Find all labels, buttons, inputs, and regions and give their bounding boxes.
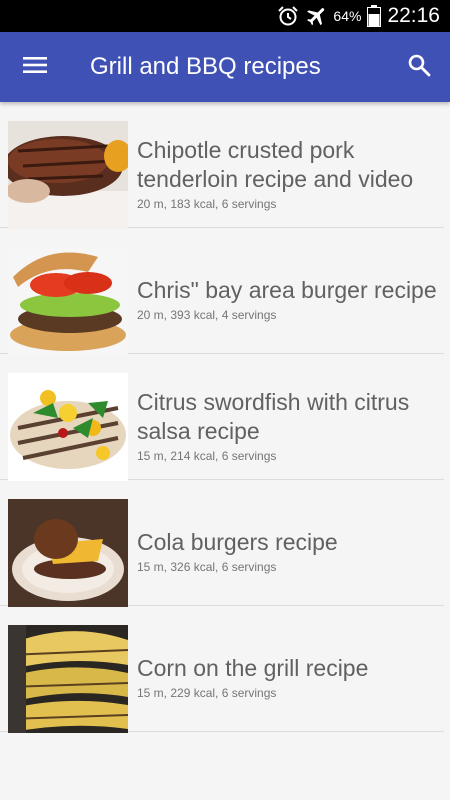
recipe-meta: 15 m, 326 kcal, 6 servings bbox=[137, 560, 277, 574]
alarm-icon bbox=[277, 5, 299, 27]
battery-icon bbox=[367, 5, 382, 27]
search-icon bbox=[407, 53, 431, 82]
battery-percent: 64% bbox=[333, 8, 362, 24]
recipe-meta: 15 m, 229 kcal, 6 servings bbox=[137, 686, 277, 700]
recipe-title: Citrus swordfish with citrus salsa recip… bbox=[137, 388, 410, 444]
recipe-item-cola-burgers[interactable]: Cola burgers recipe 15 m, 326 kcal, 6 se… bbox=[0, 480, 444, 607]
recipe-item-corn-on-grill[interactable]: Corn on the grill recipe 15 m, 229 kcal,… bbox=[0, 606, 444, 733]
recipe-thumbnail bbox=[8, 499, 128, 607]
recipe-thumbnail bbox=[8, 121, 128, 229]
recipe-meta: 20 m, 183 kcal, 6 servings bbox=[137, 196, 277, 211]
recipe-item-pork-tenderloin[interactable]: Chipotle crusted pork tenderloin recipe … bbox=[0, 102, 444, 229]
recipe-item-citrus-swordfish[interactable]: Citrus swordfish with citrus salsa recip… bbox=[0, 354, 444, 481]
recipe-title: Chris" bay area burger recipe bbox=[137, 277, 437, 303]
recipe-item-bay-area-burger[interactable]: Chris" bay area burger recipe 20 m, 393 … bbox=[0, 228, 444, 355]
recipe-list: Chipotle crusted pork tenderloin recipe … bbox=[0, 102, 450, 733]
clock: 22:16 bbox=[387, 4, 440, 27]
menu-button[interactable] bbox=[0, 32, 70, 102]
app-bar: Grill and BBQ recipes bbox=[0, 32, 450, 102]
search-button[interactable] bbox=[388, 32, 450, 102]
recipe-meta: 20 m, 393 kcal, 4 servings bbox=[137, 308, 277, 322]
status-bar: 64% 22:16 bbox=[0, 0, 450, 32]
recipe-thumbnail bbox=[8, 247, 128, 355]
menu-icon bbox=[22, 55, 48, 80]
page-title: Grill and BBQ recipes bbox=[90, 53, 321, 80]
recipe-meta: 15 m, 214 kcal, 6 servings bbox=[137, 448, 277, 463]
recipe-title: Cola burgers recipe bbox=[137, 529, 338, 555]
airplane-icon bbox=[305, 4, 329, 28]
recipe-thumbnail bbox=[8, 373, 128, 481]
recipe-thumbnail bbox=[8, 625, 128, 733]
recipe-title: Corn on the grill recipe bbox=[137, 655, 369, 681]
recipe-title: Chipotle crusted pork tenderloin recipe … bbox=[137, 136, 414, 192]
